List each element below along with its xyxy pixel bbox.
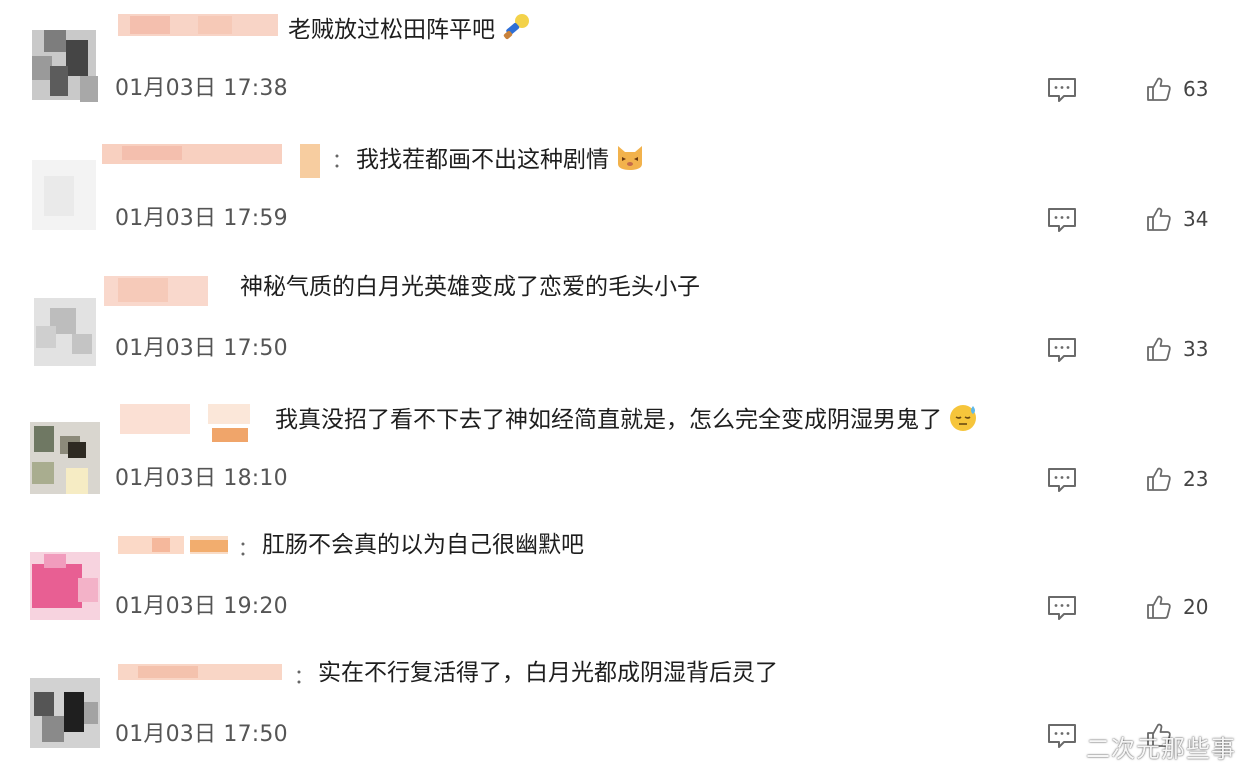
avatar[interactable]: [14, 406, 104, 496]
separator: ：: [238, 536, 258, 560]
like-button[interactable]: 34: [1145, 204, 1208, 234]
like-button[interactable]: 63: [1145, 74, 1208, 104]
reply-button[interactable]: [1047, 206, 1077, 234]
comment-timestamp: 01月03日 17:50: [115, 722, 288, 747]
reply-button[interactable]: [1047, 466, 1077, 494]
like-button[interactable]: 23: [1145, 464, 1208, 494]
comment-item: 老贼放过松田阵平吧 01月03日 17:38 63: [0, 0, 1252, 130]
like-count: 23: [1183, 467, 1209, 491]
comment-icon: [1048, 78, 1076, 102]
comment-text: 我找茬都画不出这种剧情: [356, 142, 645, 175]
watermark: 二次元那些事: [1086, 735, 1236, 763]
comment-text: 神秘气质的白月光英雄变成了恋爱的毛头小子: [240, 274, 700, 300]
microphone-emoji-icon: [501, 12, 531, 42]
comment-text: 实在不行复活得了，白月光都成阴湿背后灵了: [318, 660, 778, 686]
reply-button[interactable]: [1047, 76, 1077, 104]
reply-button[interactable]: [1047, 722, 1077, 750]
comment-timestamp: 01月03日 17:38: [115, 76, 288, 101]
comment-text: 我真没招了看不下去了神如经简直就是，怎么完全变成阴湿男鬼了: [275, 402, 978, 435]
thumbs-up-icon: [1147, 77, 1171, 101]
comment-icon: [1048, 468, 1076, 492]
avatar[interactable]: [14, 146, 104, 236]
like-button[interactable]: 20: [1145, 592, 1208, 622]
avatar[interactable]: [14, 16, 104, 106]
comment-timestamp: 01月03日 18:10: [115, 466, 288, 491]
like-count: 33: [1183, 337, 1209, 361]
comment-icon: [1048, 338, 1076, 362]
separator: ：: [294, 664, 314, 688]
comment-item: ： 我找茬都画不出这种剧情 01月03日 17:59 34: [0, 130, 1252, 260]
thumbs-up-icon: [1147, 207, 1171, 231]
avatar[interactable]: [14, 534, 104, 624]
like-count: 20: [1183, 595, 1209, 619]
thumbs-up-icon: [1147, 337, 1171, 361]
comment-item: 我真没招了看不下去了神如经简直就是，怎么完全变成阴湿男鬼了 01月03日 18:…: [0, 390, 1252, 520]
reply-button[interactable]: [1047, 594, 1077, 622]
comment-item: ： 肛肠不会真的以为自己很幽默吧 01月03日 19:20 20: [0, 518, 1252, 648]
comment-timestamp: 01月03日 19:20: [115, 594, 288, 619]
comment-timestamp: 01月03日 17:59: [115, 206, 288, 231]
sweat-face-emoji-icon: [948, 402, 978, 432]
thumbs-up-icon: [1147, 595, 1171, 619]
cat-face-emoji-icon: [615, 142, 645, 172]
comment-text: 肛肠不会真的以为自己很幽默吧: [262, 532, 584, 558]
comment-item: 神秘气质的白月光英雄变成了恋爱的毛头小子 01月03日 17:50 33: [0, 260, 1252, 390]
like-button[interactable]: 33: [1145, 334, 1208, 364]
comment-icon: [1048, 724, 1076, 748]
reply-button[interactable]: [1047, 336, 1077, 364]
thumbs-up-icon: [1147, 467, 1171, 491]
comment-icon: [1048, 208, 1076, 232]
like-count: 34: [1183, 207, 1209, 231]
comment-text: 老贼放过松田阵平吧: [288, 12, 531, 45]
avatar[interactable]: [14, 276, 104, 366]
comment-timestamp: 01月03日 17:50: [115, 336, 288, 361]
avatar[interactable]: [14, 662, 104, 752]
comment-item: ： 实在不行复活得了，白月光都成阴湿背后灵了 01月03日 17:50: [0, 646, 1252, 776]
comment-icon: [1048, 596, 1076, 620]
like-count: 63: [1183, 77, 1209, 101]
separator: ：: [332, 148, 352, 172]
